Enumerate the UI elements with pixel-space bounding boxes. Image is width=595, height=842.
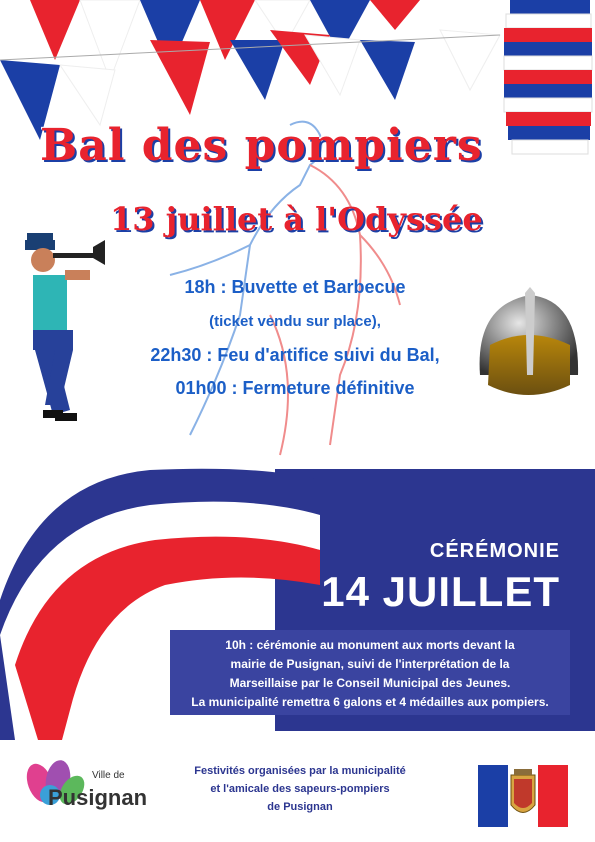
event-title: Bal des pompiers: [40, 120, 483, 171]
trumpet-player-illustration: [25, 233, 105, 421]
event-subtitle: 13 juillet à l'Odyssée: [110, 200, 483, 238]
coat-of-arms-flag: [478, 765, 568, 827]
program-line: 01h00 : Fermeture définitive: [175, 378, 415, 398]
ceremony-description-line: 10h : cérémonie au monument aux morts de…: [225, 638, 515, 652]
ceremony-description-line: mairie de Pusignan, suivi de l'interprét…: [230, 657, 510, 671]
ceremony-label: CÉRÉMONIE: [429, 540, 560, 562]
ceremony-description-line: Marseillaise par le Conseil Municipal de…: [229, 676, 511, 690]
firefighter-helmet-image: [479, 287, 579, 395]
ceremony-date: 14 JUILLET: [321, 568, 560, 615]
program-line: 22h30 : Feu d'artifice suivi du Bal,: [150, 345, 440, 365]
lantern-decoration: [503, 0, 593, 155]
logo-prefix: Ville de: [92, 770, 125, 781]
footer-line: de Pusignan: [267, 801, 333, 813]
logo-name: Pusignan: [48, 785, 148, 810]
program-line: 18h : Buvette et Barbecue: [184, 277, 406, 297]
footer-line: Festivités organisées par la municipalit…: [194, 765, 406, 777]
program-line: (ticket vendu sur place),: [209, 313, 381, 330]
footer-line: et l'amicale des sapeurs-pompiers: [210, 783, 390, 795]
ceremony-description-line: La municipalité remettra 6 galons et 4 m…: [191, 695, 549, 709]
